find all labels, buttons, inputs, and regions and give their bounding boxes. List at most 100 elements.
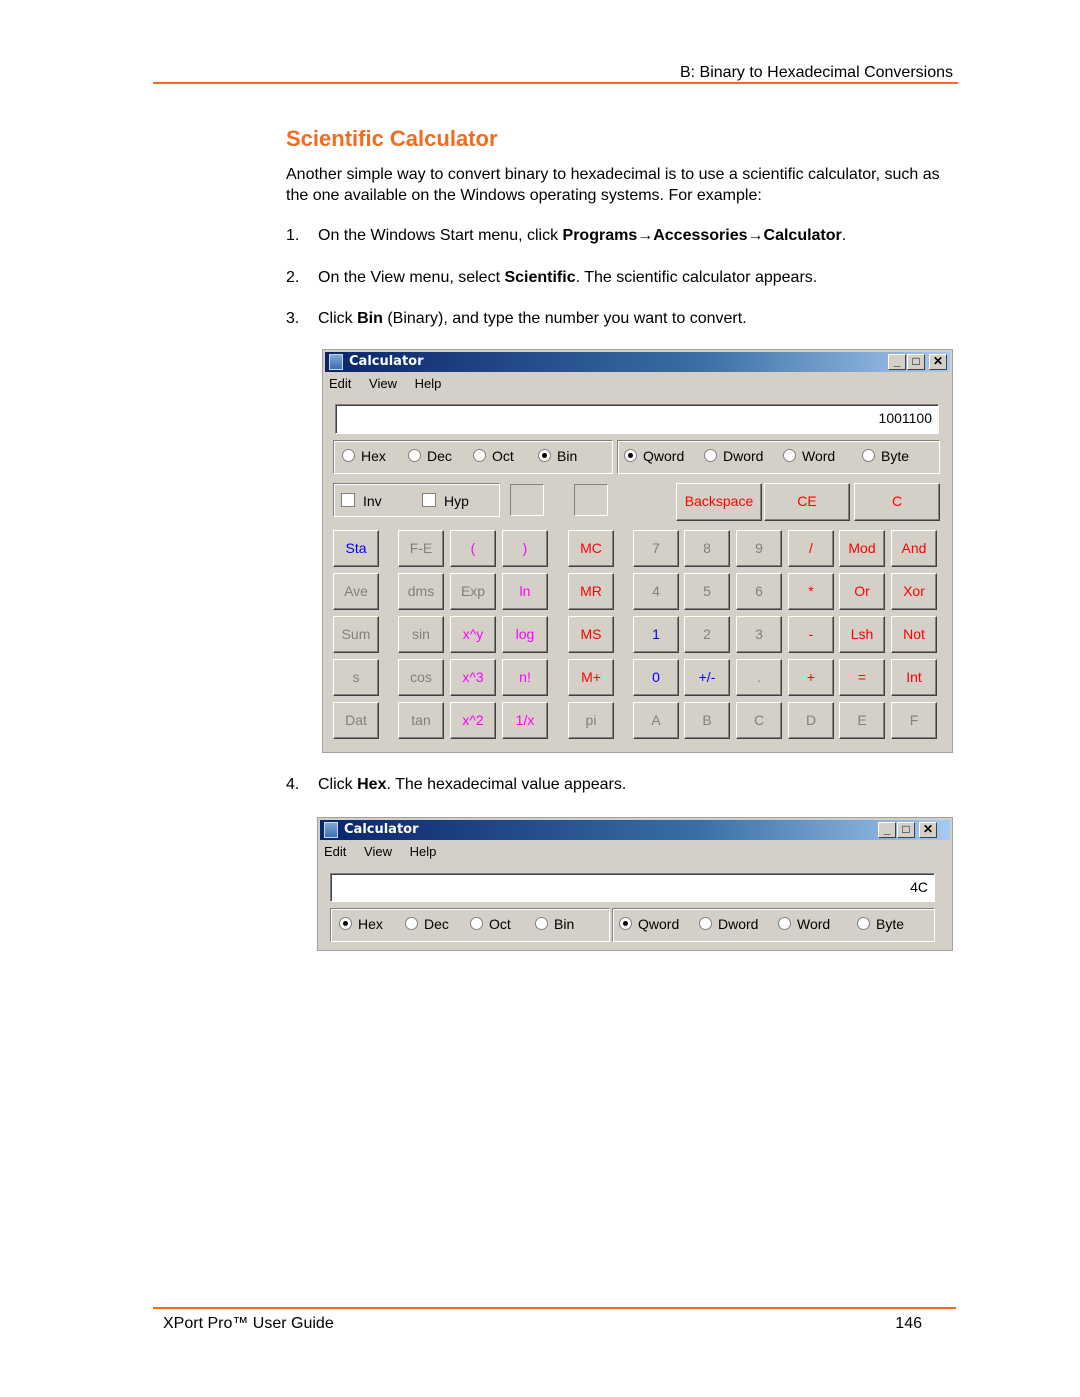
menu-edit[interactable]: Edit: [329, 376, 351, 391]
menu-edit[interactable]: Edit: [324, 844, 346, 859]
key-button[interactable]: cos: [398, 659, 444, 696]
word-size-group: Qword Dword Word Byte: [612, 908, 935, 942]
key-button[interactable]: Exp: [450, 573, 496, 610]
key-button[interactable]: =: [839, 659, 885, 696]
key-button[interactable]: Xor: [891, 573, 937, 610]
key-button[interactable]: MR: [568, 573, 614, 610]
radio-byte[interactable]: Byte: [862, 448, 909, 464]
key-button[interactable]: sin: [398, 616, 444, 653]
close-button[interactable]: ✕: [929, 354, 947, 370]
radio-label: Dword: [718, 916, 759, 932]
key-button[interactable]: log: [502, 616, 548, 653]
key-button[interactable]: Lsh: [839, 616, 885, 653]
menu-help[interactable]: Help: [415, 376, 442, 391]
key-button[interactable]: +: [788, 659, 834, 696]
key-button[interactable]: M+: [568, 659, 614, 696]
key-button[interactable]: 5: [684, 573, 730, 610]
title-bar: Calculator _ □ ✕: [325, 352, 950, 372]
key-button[interactable]: Mod: [839, 530, 885, 567]
maximize-button[interactable]: □: [897, 822, 915, 838]
key-button[interactable]: And: [891, 530, 937, 567]
key-button[interactable]: dms: [398, 573, 444, 610]
key-button[interactable]: pi: [568, 702, 614, 739]
maximize-button[interactable]: □: [907, 354, 925, 370]
key-button[interactable]: x^3: [450, 659, 496, 696]
key-button[interactable]: B: [684, 702, 730, 739]
key-button[interactable]: -: [788, 616, 834, 653]
checkbox-hyp[interactable]: Hyp: [422, 493, 469, 509]
radio-dword[interactable]: Dword: [704, 448, 763, 464]
minimize-button[interactable]: _: [878, 822, 896, 838]
radio-label: Bin: [554, 916, 575, 932]
key-button[interactable]: A: [633, 702, 679, 739]
menu-view[interactable]: View: [364, 844, 392, 859]
key-button[interactable]: Dat: [333, 702, 379, 739]
key-button[interactable]: n!: [502, 659, 548, 696]
radio-qword[interactable]: Qword: [624, 448, 684, 464]
key-button[interactable]: MC: [568, 530, 614, 567]
key-button[interactable]: ln: [502, 573, 548, 610]
key-button[interactable]: *: [788, 573, 834, 610]
key-button[interactable]: 1: [633, 616, 679, 653]
key-button[interactable]: x^y: [450, 616, 496, 653]
radio-bin[interactable]: Bin: [538, 448, 577, 464]
radio-dot: [778, 917, 791, 930]
key-button[interactable]: 8: [684, 530, 730, 567]
key-button[interactable]: Sta: [333, 530, 379, 567]
menu-help[interactable]: Help: [410, 844, 437, 859]
key-button[interactable]: 0: [633, 659, 679, 696]
radio-qword[interactable]: Qword: [619, 916, 679, 932]
key-button[interactable]: Ave: [333, 573, 379, 610]
step-text: On the Windows Start menu, click: [318, 227, 563, 244]
radio-word[interactable]: Word: [778, 916, 830, 932]
key-button[interactable]: 2: [684, 616, 730, 653]
key-button[interactable]: 3: [736, 616, 782, 653]
key-button[interactable]: .: [736, 659, 782, 696]
key-button[interactable]: D: [788, 702, 834, 739]
minimize-button[interactable]: _: [888, 354, 906, 370]
key-button[interactable]: /: [788, 530, 834, 567]
radio-byte[interactable]: Byte: [857, 916, 904, 932]
close-button[interactable]: ✕: [919, 822, 937, 838]
key-button[interactable]: (: [450, 530, 496, 567]
key-button[interactable]: ): [502, 530, 548, 567]
c-button[interactable]: C: [854, 483, 940, 521]
radio-oct[interactable]: Oct: [473, 448, 514, 464]
key-button[interactable]: Not: [891, 616, 937, 653]
word-size-group: Qword Dword Word Byte: [617, 440, 940, 474]
step-3: 3. Click Bin (Binary), and type the numbe…: [286, 310, 747, 328]
radio-dec[interactable]: Dec: [405, 916, 449, 932]
ce-button[interactable]: CE: [764, 483, 850, 521]
step-text: (Binary), and type the number you want t…: [382, 310, 747, 327]
window-title: Calculator: [349, 354, 424, 369]
key-button[interactable]: F-E: [398, 530, 444, 567]
backspace-button[interactable]: Backspace: [676, 483, 762, 521]
key-button[interactable]: MS: [568, 616, 614, 653]
key-button[interactable]: tan: [398, 702, 444, 739]
key-button[interactable]: F: [891, 702, 937, 739]
radio-dot-selected: [339, 917, 352, 930]
key-button[interactable]: +/-: [684, 659, 730, 696]
radio-dec[interactable]: Dec: [408, 448, 452, 464]
key-button[interactable]: Or: [839, 573, 885, 610]
radio-dword[interactable]: Dword: [699, 916, 758, 932]
checkbox-inv[interactable]: Inv: [341, 493, 382, 509]
radio-word[interactable]: Word: [783, 448, 835, 464]
menu-bar: Edit View Help: [329, 376, 455, 391]
radio-bin[interactable]: Bin: [535, 916, 574, 932]
radio-oct[interactable]: Oct: [470, 916, 511, 932]
key-button[interactable]: Int: [891, 659, 937, 696]
key-button[interactable]: 7: [633, 530, 679, 567]
key-button[interactable]: E: [839, 702, 885, 739]
key-button[interactable]: s: [333, 659, 379, 696]
key-button[interactable]: 6: [736, 573, 782, 610]
key-button[interactable]: 1/x: [502, 702, 548, 739]
key-button[interactable]: x^2: [450, 702, 496, 739]
radio-hex[interactable]: Hex: [342, 448, 386, 464]
menu-view[interactable]: View: [369, 376, 397, 391]
key-button[interactable]: Sum: [333, 616, 379, 653]
key-button[interactable]: 9: [736, 530, 782, 567]
key-button[interactable]: 4: [633, 573, 679, 610]
radio-hex[interactable]: Hex: [339, 916, 383, 932]
key-button[interactable]: C: [736, 702, 782, 739]
